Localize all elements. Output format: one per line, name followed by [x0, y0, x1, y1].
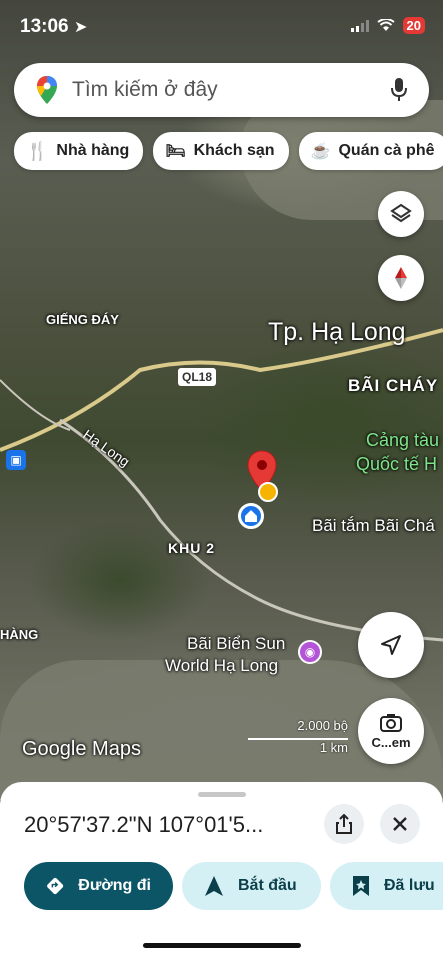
- map-label-khu2: KHU 2: [168, 540, 216, 556]
- poi-marker-icon[interactable]: [258, 482, 278, 502]
- chip-label: Quán cà phê: [338, 142, 435, 159]
- microphone-icon[interactable]: [391, 78, 407, 102]
- place-coordinates: 20°57'37.2"N 107°01'5...: [24, 812, 264, 837]
- chip-label: Nhà hàng: [56, 142, 130, 159]
- cafe-icon: ☕: [310, 143, 331, 160]
- scale-label-bottom: 1 km: [319, 740, 348, 755]
- restaurant-icon: 🍴: [26, 140, 49, 161]
- scale-label-top: 2.000 bộ: [297, 718, 348, 733]
- location-arrow-icon: ➤: [74, 19, 88, 36]
- layers-icon: [390, 203, 412, 223]
- camera-search-button[interactable]: C...em: [358, 698, 424, 764]
- directions-button[interactable]: Đường đi: [24, 862, 173, 910]
- start-label: Bắt đầu: [238, 877, 297, 894]
- map-view[interactable]: GIẾNG ĐÁY Tp. Hạ Long QL18 BÃI CHÁY Cảng…: [0, 0, 443, 800]
- map-label-bai-tam[interactable]: Bãi tắm Bãi Chá: [312, 516, 435, 536]
- map-label-gieng-day: GIẾNG ĐÁY: [46, 312, 119, 327]
- directions-label: Đường đi: [78, 877, 151, 894]
- navigation-icon: [205, 876, 223, 896]
- camera-search-label: C...em: [371, 734, 411, 750]
- map-label-bai-chay: BÃI CHÁY: [348, 376, 439, 395]
- category-chips: 🍴 Nhà hàng 🛏 Khách sạn ☕ Quán cà phê: [14, 132, 443, 170]
- google-maps-logo: Google Maps: [22, 738, 141, 760]
- chip-cafe[interactable]: ☕ Quán cà phê: [298, 132, 443, 170]
- saved-button[interactable]: Đã lưu: [330, 862, 443, 910]
- saved-label: Đã lưu: [384, 877, 435, 894]
- chip-hotel[interactable]: 🛏 Khách sạn: [153, 132, 289, 170]
- transit-icon[interactable]: ▣: [6, 450, 26, 470]
- roads: [0, 328, 443, 642]
- signal-icon: [350, 19, 369, 32]
- my-location-button[interactable]: [358, 612, 424, 678]
- bookmark-icon: [353, 876, 369, 896]
- wifi-icon: [376, 19, 395, 31]
- compass-button[interactable]: [378, 255, 424, 301]
- google-maps-pin-icon: [37, 76, 57, 104]
- map-label-city[interactable]: Tp. Hạ Long: [268, 318, 406, 347]
- map-label-cang-tau-line2[interactable]: Quốc tế H: [356, 454, 437, 475]
- start-button[interactable]: Bắt đầu: [182, 862, 321, 910]
- close-icon: [393, 817, 407, 831]
- layers-button[interactable]: [378, 191, 424, 237]
- home-indicator[interactable]: [143, 943, 301, 948]
- battery-indicator: 20: [402, 17, 425, 34]
- chip-label: Khách sạn: [193, 142, 275, 159]
- close-button[interactable]: [380, 804, 420, 844]
- map-label-sun-world[interactable]: Bãi Biển Sun: [187, 634, 285, 654]
- home-marker-icon[interactable]: [238, 503, 264, 529]
- place-sheet[interactable]: 20°57'37.2"N 107°01'5... Đường đi Bắt đầ…: [0, 782, 443, 960]
- search-placeholder: Tìm kiếm ở đây: [72, 78, 218, 101]
- photo-poi-icon[interactable]: ◉: [298, 640, 322, 664]
- share-icon: [336, 814, 352, 834]
- directions-icon: [47, 877, 64, 895]
- status-time: 13:06: [20, 16, 69, 37]
- search-bar[interactable]: Tìm kiếm ở đây: [14, 63, 429, 117]
- compass-icon: [395, 267, 407, 289]
- map-label-sun-world-line2[interactable]: World Hạ Long: [165, 656, 278, 676]
- sheet-grabber[interactable]: [198, 792, 246, 797]
- map-label-cang-tau[interactable]: Cảng tàu: [366, 430, 439, 451]
- share-button[interactable]: [324, 804, 364, 844]
- hotel-icon: 🛏: [165, 143, 186, 160]
- navigation-arrow-icon: [381, 635, 401, 655]
- chip-restaurant[interactable]: 🍴 Nhà hàng: [14, 132, 144, 170]
- road-badge-ql18: QL18: [178, 368, 217, 386]
- map-label-hang: HÀNG: [0, 627, 39, 642]
- camera-icon: [380, 713, 402, 732]
- status-bar: 13:06 ➤ 20: [0, 0, 443, 50]
